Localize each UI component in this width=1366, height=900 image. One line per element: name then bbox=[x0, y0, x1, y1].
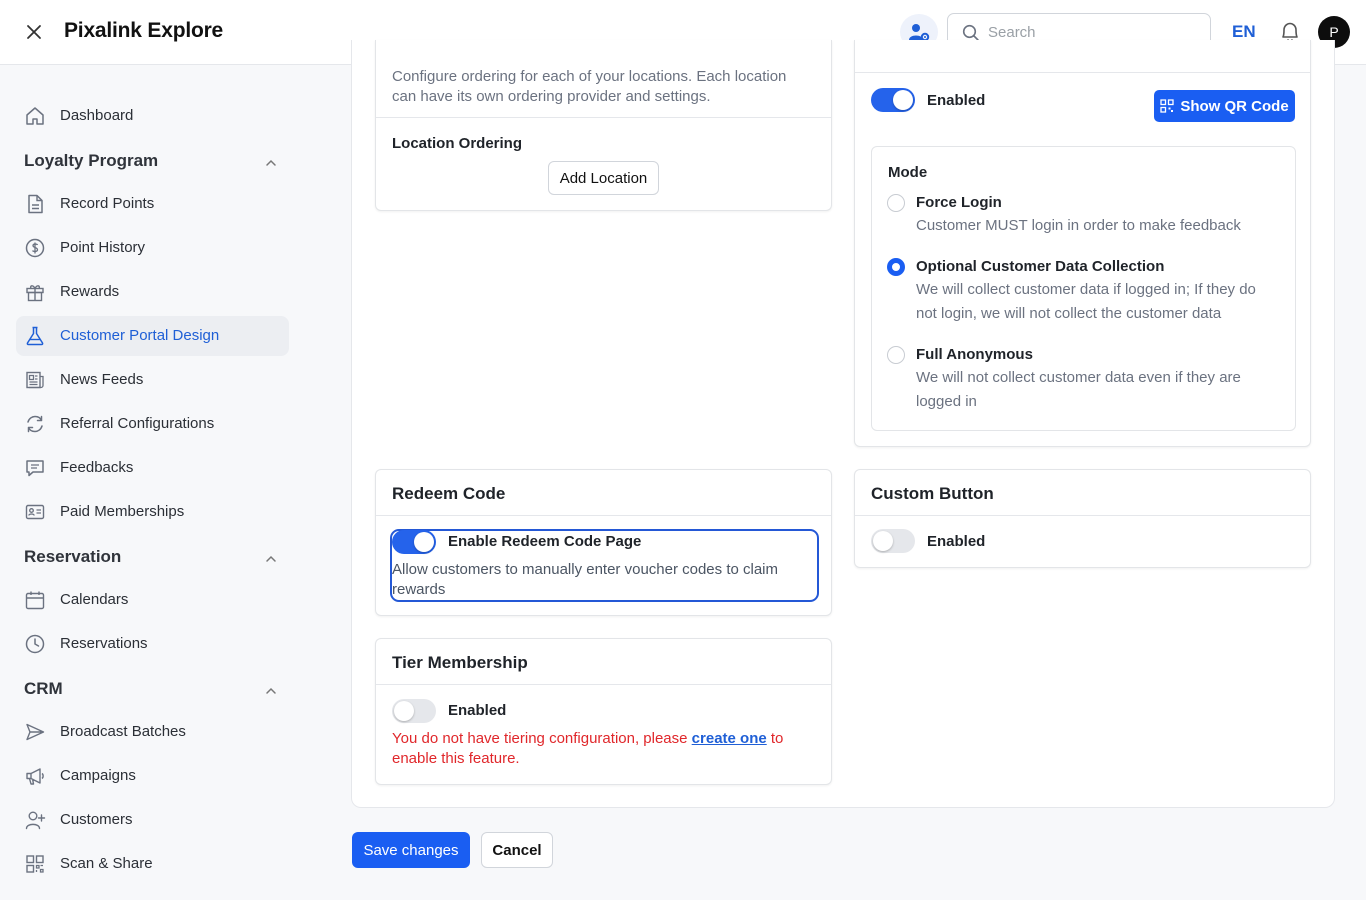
sidebar-item-customer-portal-design[interactable]: Customer Portal Design bbox=[16, 316, 289, 356]
option-description: We will not collect customer data even i… bbox=[916, 369, 1241, 410]
radio-full-anonymous[interactable] bbox=[887, 346, 905, 364]
sidebar-item-reservations[interactable]: Reservations bbox=[16, 624, 289, 664]
send-icon bbox=[26, 723, 45, 741]
sidebar-item-label: Customers bbox=[60, 811, 133, 828]
radio-optional-data-collection[interactable] bbox=[887, 258, 905, 276]
sidebar-item-dashboard[interactable]: Dashboard bbox=[16, 96, 289, 136]
feedback-enabled-toggle[interactable] bbox=[871, 88, 915, 112]
sidebar-item-label: Record Points bbox=[60, 195, 155, 212]
calendar-icon bbox=[25, 591, 45, 610]
redeem-code-title: Redeem Code bbox=[392, 484, 506, 503]
redeem-code-description: Allow customers to manually enter vouche… bbox=[392, 561, 779, 598]
sidebar-item-rewards[interactable]: Rewards bbox=[16, 272, 289, 312]
chevron-up-icon bbox=[266, 687, 276, 694]
close-icon[interactable] bbox=[22, 20, 46, 44]
tier-membership-error: You do not have tiering configuration, p… bbox=[392, 729, 812, 769]
chevron-up-icon bbox=[266, 555, 276, 562]
sidebar-item-label: Calendars bbox=[60, 591, 129, 608]
add-location-button[interactable]: Add Location bbox=[548, 161, 659, 195]
sidebar-item-label: Reservations bbox=[60, 635, 148, 652]
feedback-card: Enabled Show QR Code Mode Force Login Cu… bbox=[854, 40, 1311, 447]
chevron-up-icon bbox=[266, 159, 276, 166]
user-plus-icon bbox=[25, 811, 46, 830]
sidebar-item-label: Paid Memberships bbox=[60, 503, 185, 520]
flask-icon bbox=[26, 326, 44, 346]
chat-icon bbox=[26, 460, 44, 477]
option-description: Customer MUST login in order to make fee… bbox=[916, 217, 1241, 234]
nav-group-crm[interactable]: CRM bbox=[24, 679, 286, 705]
nav-group-label: Loyalty Program bbox=[24, 151, 159, 170]
id-card-icon bbox=[25, 504, 45, 520]
ordering-card: Configure ordering for each of your loca… bbox=[375, 40, 832, 211]
sidebar-item-label: Broadcast Batches bbox=[60, 723, 186, 740]
sidebar-item-campaigns[interactable]: Campaigns bbox=[16, 756, 289, 796]
sidebar-item-news-feeds[interactable]: News Feeds bbox=[16, 360, 289, 400]
custom-button-toggle[interactable] bbox=[871, 529, 915, 553]
sidebar-item-label: Point History bbox=[60, 239, 146, 256]
nav-group-loyalty[interactable]: Loyalty Program bbox=[24, 151, 286, 177]
qr-code-icon bbox=[1160, 99, 1174, 113]
nav-group-label: CRM bbox=[24, 679, 63, 698]
redeem-code-card: Redeem Code Enable Redeem Code Page Allo… bbox=[375, 469, 832, 616]
nav-group-reservation[interactable]: Reservation bbox=[24, 547, 286, 573]
tier-membership-title: Tier Membership bbox=[392, 653, 528, 672]
mode-box: Mode Force Login Customer MUST login in … bbox=[871, 146, 1296, 431]
custom-button-title: Custom Button bbox=[871, 484, 994, 503]
sidebar-item-referral-configurations[interactable]: Referral Configurations bbox=[16, 404, 289, 444]
language-selector[interactable]: EN bbox=[1232, 22, 1256, 42]
sidebar-item-customers[interactable]: Customers bbox=[16, 800, 289, 840]
sidebar-item-label: News Feeds bbox=[60, 371, 144, 388]
sidebar-item-label: Dashboard bbox=[60, 107, 134, 124]
sidebar: Dashboard Loyalty Program Record Points … bbox=[0, 65, 310, 900]
option-title: Full Anonymous bbox=[916, 346, 1033, 363]
app-title: Pixalink Explore bbox=[64, 19, 224, 42]
sidebar-item-paid-memberships[interactable]: Paid Memberships bbox=[16, 492, 289, 532]
sidebar-item-label: Rewards bbox=[60, 283, 120, 300]
redeem-code-toggle[interactable] bbox=[392, 530, 436, 554]
ordering-description: Configure ordering for each of your loca… bbox=[392, 68, 787, 105]
sidebar-item-calendars[interactable]: Calendars bbox=[16, 580, 289, 620]
location-ordering-label: Location Ordering bbox=[392, 135, 523, 152]
qr-code-icon bbox=[26, 855, 44, 873]
tier-membership-toggle-label: Enabled bbox=[448, 702, 507, 719]
save-changes-button[interactable]: Save changes bbox=[352, 832, 470, 868]
sidebar-item-broadcast-batches[interactable]: Broadcast Batches bbox=[16, 712, 289, 752]
mode-label: Mode bbox=[888, 164, 928, 181]
redeem-code-toggle-label: Enable Redeem Code Page bbox=[448, 533, 642, 550]
tier-membership-card: Tier Membership Enabled You do not have … bbox=[375, 638, 832, 785]
gift-icon bbox=[26, 285, 44, 302]
sidebar-item-feedbacks[interactable]: Feedbacks bbox=[16, 448, 289, 488]
dollar-circle-icon bbox=[25, 238, 45, 258]
sidebar-item-record-points[interactable]: Record Points bbox=[16, 184, 289, 224]
option-title: Force Login bbox=[916, 194, 1002, 211]
newspaper-icon bbox=[26, 371, 44, 389]
show-qr-code-label: Show QR Code bbox=[1180, 97, 1289, 115]
option-title: Optional Customer Data Collection bbox=[916, 258, 1165, 275]
megaphone-icon bbox=[26, 768, 44, 785]
sidebar-item-scan-share[interactable]: Scan & Share bbox=[16, 844, 289, 884]
radio-force-login[interactable] bbox=[887, 194, 905, 212]
sidebar-item-label: Feedbacks bbox=[60, 459, 134, 476]
document-icon bbox=[28, 194, 43, 214]
show-qr-code-button[interactable]: Show QR Code bbox=[1154, 90, 1295, 122]
sidebar-item-point-history[interactable]: Point History bbox=[16, 228, 289, 268]
custom-button-toggle-label: Enabled bbox=[927, 533, 986, 550]
custom-button-card: Custom Button Enabled bbox=[854, 469, 1311, 568]
tier-membership-toggle[interactable] bbox=[392, 699, 436, 723]
home-icon bbox=[26, 107, 44, 125]
sidebar-item-label: Scan & Share bbox=[60, 855, 153, 872]
clock-icon bbox=[25, 634, 45, 654]
error-text-prefix: You do not have tiering configuration, p… bbox=[392, 730, 692, 747]
refresh-icon bbox=[27, 415, 43, 433]
sidebar-item-label: Campaigns bbox=[60, 767, 136, 784]
create-one-link[interactable]: create one bbox=[692, 730, 767, 747]
sidebar-item-label: Customer Portal Design bbox=[60, 327, 220, 344]
cancel-button[interactable]: Cancel bbox=[481, 832, 553, 868]
nav-group-label: Reservation bbox=[24, 547, 122, 566]
feedback-enabled-label: Enabled bbox=[927, 92, 986, 109]
option-description: We will collect customer data if logged … bbox=[916, 281, 1256, 322]
sidebar-item-label: Referral Configurations bbox=[60, 415, 215, 432]
